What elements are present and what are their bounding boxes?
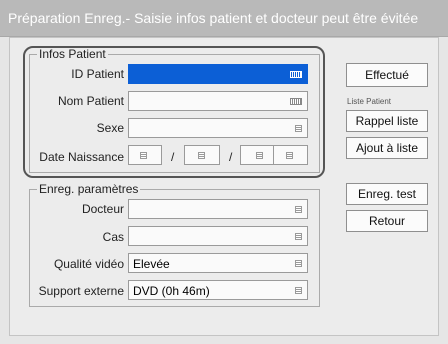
list-icon[interactable]	[198, 152, 205, 159]
keyboard-icon[interactable]	[290, 71, 302, 78]
doctor-label: Docteur	[81, 202, 124, 216]
list-icon[interactable]	[256, 152, 263, 159]
patient-id-field[interactable]	[128, 64, 308, 84]
list-icon[interactable]	[295, 260, 302, 267]
patient-id-label: ID Patient	[71, 67, 124, 81]
external-media-label: Support externe	[38, 284, 124, 298]
external-media-value: DVD (0h 46m)	[133, 284, 210, 298]
title-bar: Préparation Enreg.- Saisie infos patient…	[0, 0, 448, 37]
list-icon[interactable]	[286, 152, 293, 159]
sex-label: Sexe	[96, 121, 124, 135]
keyboard-icon[interactable]	[290, 98, 302, 105]
list-icon[interactable]	[140, 152, 147, 159]
case-field[interactable]	[128, 226, 308, 246]
sex-field[interactable]	[128, 118, 308, 138]
case-label: Cas	[102, 230, 124, 244]
video-quality-field[interactable]: Elevée	[128, 253, 308, 273]
dob-separator: /	[171, 150, 175, 164]
doctor-field[interactable]	[128, 199, 308, 219]
done-button[interactable]: Effectué	[346, 63, 428, 87]
dob-month-field[interactable]	[184, 145, 220, 165]
record-params-legend: Enreg. paramètres	[37, 182, 141, 196]
dob-separator: /	[229, 150, 233, 164]
back-button[interactable]: Retour	[346, 210, 428, 232]
dob-day-field[interactable]	[128, 145, 162, 165]
video-quality-label: Qualité vidéo	[53, 257, 124, 271]
dob-year-divider	[273, 146, 274, 164]
test-record-button[interactable]: Enreg. test	[346, 183, 428, 205]
window-title: Préparation Enreg.- Saisie infos patient…	[8, 10, 419, 26]
dob-year-field[interactable]	[240, 145, 308, 165]
patient-list-caption: Liste Patient	[347, 97, 392, 106]
video-quality-value: Elevée	[133, 257, 170, 271]
external-media-field[interactable]: DVD (0h 46m)	[128, 280, 308, 300]
patient-name-field[interactable]	[128, 91, 308, 111]
recall-list-button[interactable]: Rappel liste	[346, 110, 428, 132]
list-icon[interactable]	[295, 125, 302, 132]
list-icon[interactable]	[295, 287, 302, 294]
list-icon[interactable]	[295, 206, 302, 213]
dob-label: Date Naissance	[39, 150, 124, 164]
patient-name-label: Nom Patient	[57, 94, 124, 108]
add-to-list-button[interactable]: Ajout à liste	[346, 137, 428, 159]
list-icon[interactable]	[295, 233, 302, 240]
